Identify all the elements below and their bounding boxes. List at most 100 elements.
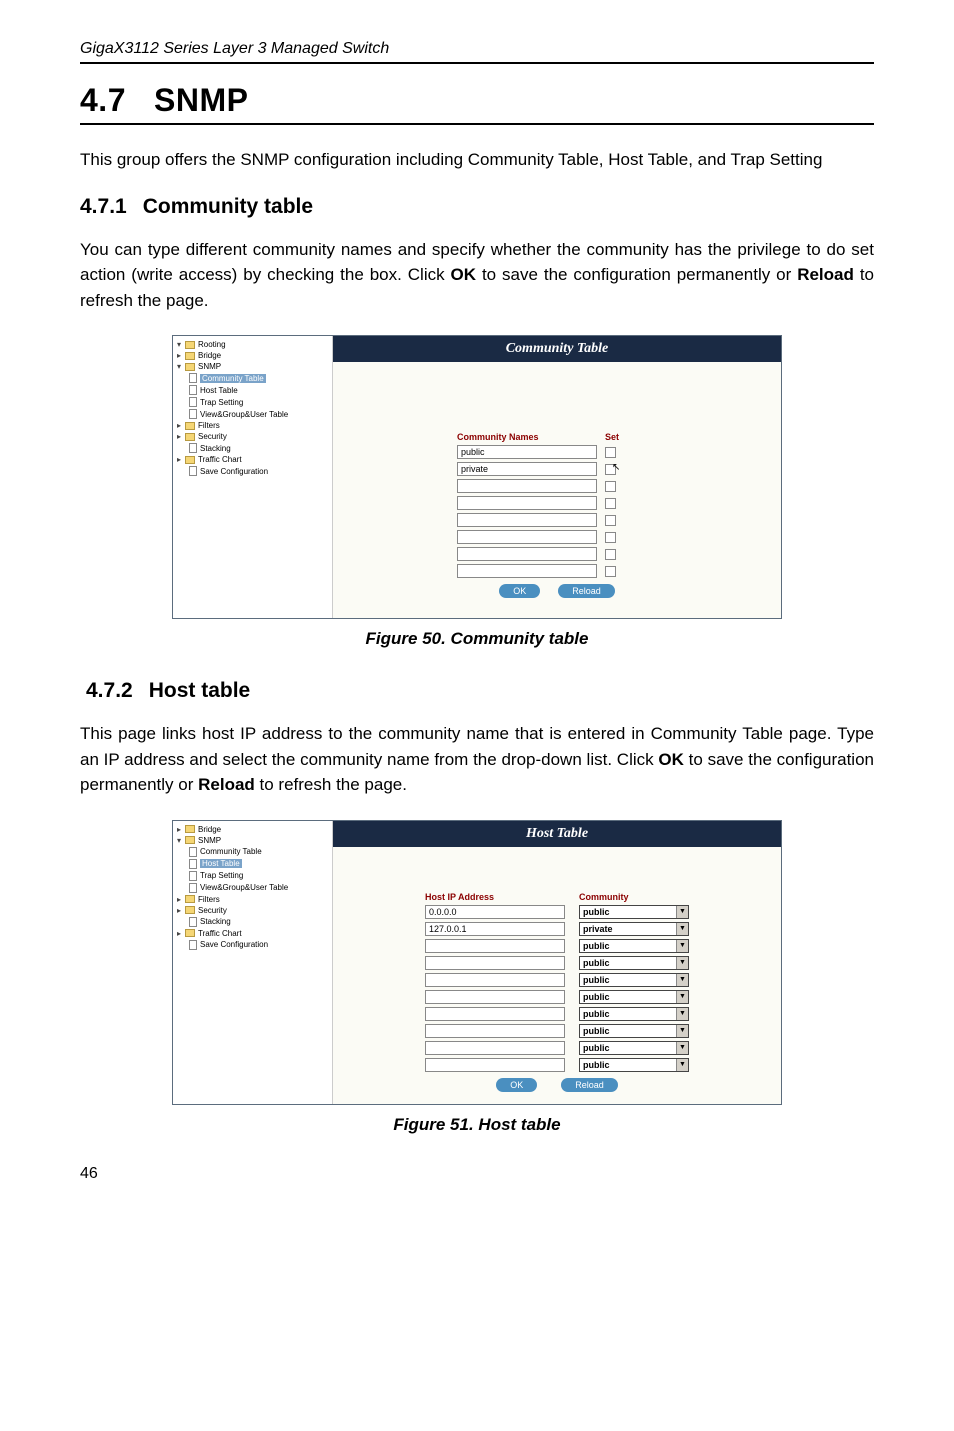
text: to refresh the page. bbox=[255, 775, 407, 794]
set-checkbox[interactable] bbox=[605, 481, 616, 492]
tree-view-group[interactable]: View&Group&User Table bbox=[175, 882, 330, 894]
community-select[interactable]: private▼ bbox=[579, 922, 689, 936]
folder-icon bbox=[185, 422, 195, 430]
tree-stacking[interactable]: Stacking bbox=[175, 442, 330, 454]
panel-body: Community Names Set public private↖ OK R… bbox=[333, 362, 781, 618]
community-select[interactable]: public▼ bbox=[579, 1007, 689, 1021]
tree-rooting[interactable]: ▾Rooting bbox=[175, 339, 330, 350]
community-name-input[interactable] bbox=[457, 513, 597, 527]
set-checkbox[interactable] bbox=[605, 447, 616, 458]
host-ip-input[interactable] bbox=[425, 956, 565, 970]
folder-icon bbox=[185, 363, 195, 371]
reload-button[interactable]: Reload bbox=[558, 584, 615, 598]
community-name-input[interactable] bbox=[457, 530, 597, 544]
tree-label: Host Table bbox=[200, 859, 242, 868]
expand-icon[interactable]: ▸ bbox=[175, 433, 183, 441]
host-ip-input[interactable] bbox=[425, 973, 565, 987]
tree-security[interactable]: ▸ Security bbox=[175, 431, 330, 442]
host-ip-input[interactable] bbox=[425, 1024, 565, 1038]
set-checkbox[interactable] bbox=[605, 549, 616, 560]
community-select[interactable]: public▼ bbox=[579, 973, 689, 987]
table-row: public▼ bbox=[425, 973, 689, 987]
figure-caption: Figure 51. Host table bbox=[80, 1115, 874, 1135]
tree-save-config[interactable]: Save Configuration bbox=[175, 465, 330, 477]
set-checkbox[interactable] bbox=[605, 498, 616, 509]
tree-filters[interactable]: ▸ Filters bbox=[175, 894, 330, 905]
tree-traffic-chart[interactable]: ▸Traffic Chart bbox=[175, 928, 330, 939]
tree-label: Bridge bbox=[198, 825, 221, 834]
host-ip-input[interactable] bbox=[425, 990, 565, 1004]
expand-icon[interactable]: ▸ bbox=[175, 456, 183, 464]
host-ip-input[interactable] bbox=[425, 1007, 565, 1021]
host-ip-input[interactable]: 127.0.0.1 bbox=[425, 922, 565, 936]
tree-label: SNMP bbox=[198, 836, 221, 845]
table-row bbox=[457, 479, 657, 493]
expand-icon[interactable]: ▸ bbox=[175, 906, 183, 914]
community-select[interactable]: public▼ bbox=[579, 1024, 689, 1038]
nav-tree: ▾Rooting ▸Bridge ▾SNMP Community Table H… bbox=[173, 336, 333, 618]
community-select[interactable]: public▼ bbox=[579, 905, 689, 919]
set-checkbox[interactable] bbox=[605, 566, 616, 577]
community-name-input[interactable] bbox=[457, 479, 597, 493]
collapse-icon[interactable]: ▾ bbox=[175, 363, 183, 371]
collapse-icon[interactable]: ▾ bbox=[175, 836, 183, 844]
community-name-input[interactable] bbox=[457, 496, 597, 510]
expand-icon[interactable]: ▸ bbox=[175, 825, 183, 833]
tree-bridge[interactable]: ▸ Bridge bbox=[175, 824, 330, 835]
expand-icon[interactable]: ▸ bbox=[175, 422, 183, 430]
tree-filters[interactable]: ▸Filters bbox=[175, 420, 330, 431]
community-name-input[interactable]: public bbox=[457, 445, 597, 459]
page-icon bbox=[189, 409, 197, 419]
community-name-input[interactable] bbox=[457, 564, 597, 578]
tree-label: Security bbox=[198, 432, 227, 441]
community-select[interactable]: public▼ bbox=[579, 1058, 689, 1072]
community-select[interactable]: public▼ bbox=[579, 956, 689, 970]
community-name-input[interactable] bbox=[457, 547, 597, 561]
tree-host-table[interactable]: Host Table bbox=[175, 384, 330, 396]
th-host-ip: Host IP Address bbox=[425, 892, 565, 902]
community-select[interactable]: public▼ bbox=[579, 990, 689, 1004]
expand-icon[interactable]: ▸ bbox=[175, 895, 183, 903]
tree-community-table[interactable]: Community Table bbox=[175, 846, 330, 858]
community-select[interactable]: public▼ bbox=[579, 1041, 689, 1055]
community-name-input[interactable]: private bbox=[457, 462, 597, 476]
panel-header: Host Table bbox=[333, 821, 781, 847]
ok-button[interactable]: OK bbox=[496, 1078, 537, 1092]
host-ip-input[interactable]: 0.0.0.0 bbox=[425, 905, 565, 919]
tree-snmp[interactable]: ▾ SNMP bbox=[175, 835, 330, 846]
collapse-icon[interactable]: ▾ bbox=[175, 341, 183, 349]
host-form: Host IP Address Community 0.0.0.0public▼… bbox=[425, 892, 689, 1092]
tree-label: View&Group&User Table bbox=[200, 883, 288, 892]
folder-icon bbox=[185, 929, 195, 937]
host-ip-input[interactable] bbox=[425, 1041, 565, 1055]
tree-snmp[interactable]: ▾SNMP bbox=[175, 361, 330, 372]
tree-label: Host Table bbox=[200, 386, 238, 395]
tree-trap-setting[interactable]: Trap Setting bbox=[175, 396, 330, 408]
set-checkbox[interactable] bbox=[605, 515, 616, 526]
ok-button[interactable]: OK bbox=[499, 584, 540, 598]
chevron-down-icon: ▼ bbox=[676, 1042, 688, 1054]
community-form: Community Names Set public private↖ OK R… bbox=[457, 432, 657, 598]
host-ip-input[interactable] bbox=[425, 1058, 565, 1072]
subsection-number: 4.7.1 bbox=[80, 195, 127, 218]
page-icon bbox=[189, 385, 197, 395]
tree-traffic-chart[interactable]: ▸Traffic Chart bbox=[175, 454, 330, 465]
tree-bridge[interactable]: ▸Bridge bbox=[175, 350, 330, 361]
tree-community-table[interactable]: Community Table bbox=[175, 372, 330, 384]
tree-host-table[interactable]: Host Table bbox=[175, 858, 330, 870]
expand-icon[interactable]: ▸ bbox=[175, 929, 183, 937]
tree-view-group[interactable]: View&Group&User Table bbox=[175, 408, 330, 420]
chevron-down-icon: ▼ bbox=[676, 957, 688, 969]
reload-button[interactable]: Reload bbox=[561, 1078, 618, 1092]
community-select[interactable]: public▼ bbox=[579, 939, 689, 953]
tree-label: Filters bbox=[198, 895, 220, 904]
tree-security[interactable]: ▸Security bbox=[175, 905, 330, 916]
tree-save-config[interactable]: Save Configuration bbox=[175, 939, 330, 951]
tree-trap-setting[interactable]: Trap Setting bbox=[175, 870, 330, 882]
tree-stacking[interactable]: Stacking bbox=[175, 916, 330, 928]
host-ip-input[interactable] bbox=[425, 939, 565, 953]
set-checkbox[interactable] bbox=[605, 532, 616, 543]
expand-icon[interactable]: ▸ bbox=[175, 352, 183, 360]
table-header: Community Names Set bbox=[457, 432, 657, 442]
page-icon bbox=[189, 466, 197, 476]
